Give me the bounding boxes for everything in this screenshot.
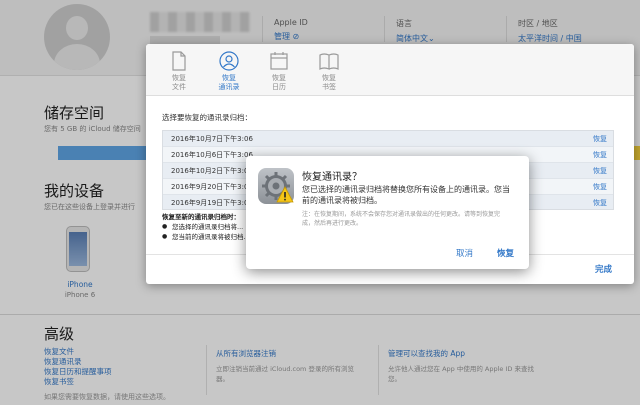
archive-restore-button[interactable]: 恢复 [593, 163, 607, 179]
file-icon [172, 51, 186, 71]
dialog-title: 恢复通讯录？ [302, 172, 362, 183]
archive-date: 2016年9月20日下午3:06 [171, 183, 253, 191]
archive-restore-button[interactable]: 恢复 [593, 195, 607, 209]
restore-note-item: 您当前的通讯录将被归档... [162, 232, 250, 242]
tab-label: 恢复 书签 [322, 74, 336, 91]
contacts-icon [219, 51, 239, 71]
archive-date: 2016年10月6日下午3:06 [171, 151, 253, 159]
done-button[interactable]: 完成 [595, 263, 612, 275]
archive-restore-button[interactable]: 恢复 [593, 179, 607, 195]
tab-restore-calendar[interactable]: 恢复 日历 [256, 48, 302, 94]
tab-restore-files[interactable]: 恢复 文件 [156, 48, 202, 94]
restore-note-title: 恢复至新的通讯录归档时： [162, 213, 240, 221]
tab-label: 恢复 通讯录 [218, 74, 240, 91]
archive-date: 2016年10月7日下午3:06 [171, 135, 253, 143]
bookmarks-icon [319, 53, 339, 70]
archive-prompt: 选择要恢复的通讯录归档： [162, 113, 252, 122]
archive-date: 2016年10月2日下午3:06 [171, 167, 253, 175]
confirm-restore-dialog: 恢复通讯录？ 您已选择的通讯录归档将替换您所有设备上的通讯录。您当前的通讯录将被… [246, 156, 529, 269]
cancel-button[interactable]: 取消 [456, 247, 473, 259]
restore-note: 恢复至新的通讯录归档时： 您选择的通讯录归档将... 您当前的通讯录将被归档..… [162, 212, 250, 242]
archive-row: 2016年10月7日下午3:06 恢复 [163, 131, 613, 147]
archive-restore-button[interactable]: 恢复 [593, 147, 607, 163]
tab-restore-bookmarks[interactable]: 恢复 书签 [306, 48, 352, 94]
restore-tabs: 恢复 文件 恢复 通讯录 恢复 日历 恢复 书签 [146, 44, 634, 96]
tab-label: 恢复 日历 [272, 74, 286, 91]
restore-note-item: 您选择的通讯录归档将... [162, 222, 250, 232]
calendar-icon [270, 52, 288, 70]
restore-button[interactable]: 恢复 [497, 247, 514, 259]
dialog-message: 您已选择的通讯录归档将替换您所有设备上的通讯录。您当前的通讯录将被归档。 [302, 185, 510, 205]
warning-icon [276, 186, 294, 203]
tab-restore-contacts[interactable]: 恢复 通讯录 [206, 48, 252, 94]
dialog-note: 注：在恢复期间，系统不会保存您对通讯录做出的任何更改。请等到恢复完成，然后再进行… [302, 211, 501, 227]
archive-restore-button[interactable]: 恢复 [593, 131, 607, 147]
tab-label: 恢复 文件 [172, 74, 186, 91]
archive-date: 2016年9月19日下午3:06 [171, 199, 253, 207]
